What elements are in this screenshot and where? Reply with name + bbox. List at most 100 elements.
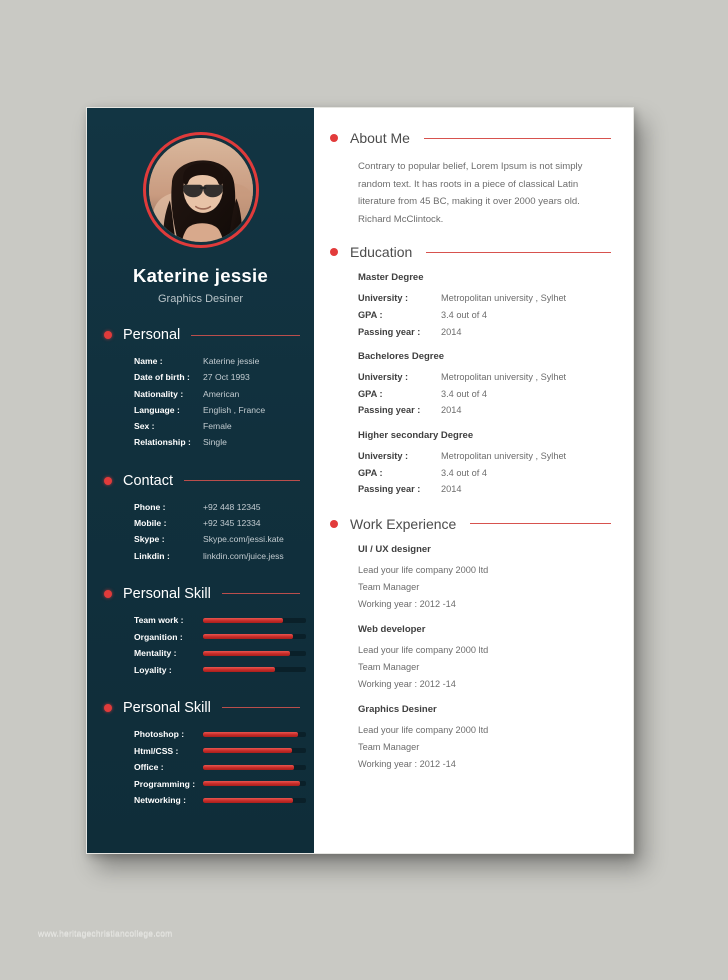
skill-label: Organition :: [134, 631, 183, 642]
section-title-personal: Personal: [123, 327, 181, 343]
education-degree: Bachelores Degree: [358, 351, 445, 363]
skill-label: Team work :: [134, 615, 184, 626]
work-entry: UI / UX designer Lead your life company 2…: [358, 544, 611, 613]
field-value: Single: [203, 437, 227, 448]
divider-line: [221, 593, 300, 595]
work-years: Working year : 2012 -14: [358, 678, 456, 689]
section-header-about: About Me: [330, 130, 611, 146]
education-row: GPA : 3.4 out of 4: [358, 386, 611, 403]
field-value: Metropolitan university , Sylhet: [441, 372, 567, 383]
avatar: [142, 132, 259, 248]
field-label: Date of birth :: [134, 372, 190, 383]
bullet-dot-icon: [104, 703, 112, 712]
work-job-title: Graphics Desiner: [358, 703, 437, 715]
field-label: University :: [358, 450, 409, 461]
skill-label: Html/CSS :: [134, 745, 179, 756]
skill-label: Networking :: [134, 795, 187, 806]
divider-line: [423, 137, 611, 139]
field-value: Female: [203, 421, 232, 432]
field-value: +92 448 12345: [203, 501, 261, 512]
field-value: 3.4 out of 4: [441, 388, 487, 399]
field-label: GPA :: [358, 467, 383, 478]
work-years: Working year : 2012 -14: [358, 598, 456, 609]
field-label: Passing year :: [358, 326, 421, 337]
skill-bar-list-primary: Team work : Organition : Mentality : Loyali…: [134, 612, 314, 678]
skill-bar-fill: [203, 748, 292, 754]
skill-bar-track: [203, 634, 306, 640]
personal-info-row: Language : English , France: [134, 402, 314, 418]
education-row: University : Metropolitan university , Sy…: [358, 369, 611, 386]
work-position: Team Manager: [358, 581, 420, 592]
personal-info-row: Sex : Female: [134, 418, 314, 434]
work-years: Working year : 2012 -14: [358, 758, 456, 769]
field-value: 27 Oct 1993: [203, 372, 250, 383]
education-list: Master Degree University : Metropolitan un…: [330, 272, 611, 497]
divider-line: [191, 334, 300, 336]
skill-row: Html/CSS :: [134, 742, 314, 759]
field-label: Language :: [134, 404, 180, 415]
field-value: 2014: [441, 405, 462, 416]
section-header-personal-skill-primary: Personal Skill: [104, 586, 314, 602]
contact-info-row: Mobile : +92 345 12334: [134, 515, 314, 531]
skill-row: Mentality :: [134, 645, 314, 662]
education-entry: Higher secondary Degree University : Metro…: [358, 430, 611, 498]
skill-bar-fill: [203, 667, 276, 673]
work-company: Lead your life company 2000 ltd: [358, 644, 489, 655]
bullet-dot-icon: [330, 248, 338, 257]
education-entry: Bachelores Degree University : Metropolita…: [358, 351, 611, 419]
skill-bar-fill: [203, 617, 284, 623]
skill-row: Programming :: [134, 775, 314, 792]
bullet-dot-icon: [330, 519, 338, 528]
field-value: linkdin.com/juice.jess: [203, 550, 284, 561]
field-label: Phone :: [134, 501, 166, 512]
field-label: Linkdin :: [134, 550, 170, 561]
field-value: American: [203, 388, 240, 399]
skill-bar-fill: [203, 731, 298, 737]
skill-bar-track: [203, 781, 306, 787]
bullet-dot-icon: [330, 134, 338, 142]
skill-bar-list-secondary: Photoshop : Html/CSS : Office : Programming…: [134, 726, 314, 809]
bullet-dot-icon: [104, 589, 112, 598]
field-value: +92 345 12334: [203, 518, 261, 529]
field-value: Metropolitan university , Sylhet: [441, 450, 567, 461]
bullet-dot-icon: [104, 476, 112, 485]
bullet-dot-icon: [104, 331, 112, 339]
section-header-personal: Personal: [104, 327, 314, 343]
field-value: Metropolitan university , Sylhet: [441, 293, 567, 304]
profile-role: Graphics Desiner: [158, 293, 243, 305]
work-entry: Web developer Lead your life company 2000…: [358, 624, 611, 693]
resume-sheet: Katerine jessie Graphics Desiner Persona…: [86, 107, 634, 854]
skill-bar-track: [203, 748, 306, 754]
personal-info-row: Nationality : American: [134, 386, 314, 402]
skill-row: Loyality :: [134, 661, 314, 678]
main-panel: About Me Contrary to popular belief, Lor…: [314, 108, 633, 853]
contact-info-list: Phone : +92 448 12345 Mobile : +92 345 1233…: [134, 499, 314, 564]
field-label: Passing year :: [358, 405, 421, 416]
personal-info-list: Name : Katerine jessie Date of birth : 27 O…: [134, 353, 314, 451]
field-label: GPA :: [358, 388, 383, 399]
contact-info-row: Linkdin : linkdin.com/juice.jess: [134, 548, 314, 564]
section-header-work: Work Experience: [330, 516, 611, 532]
skill-bar-track: [203, 667, 306, 673]
profile-photo: [148, 138, 253, 242]
skill-bar-fill: [203, 764, 294, 770]
skill-row: Office :: [134, 759, 314, 776]
skill-bar-track: [203, 764, 306, 770]
field-label: Sex :: [134, 421, 155, 432]
section-header-contact: Contact: [104, 473, 314, 489]
divider-line: [183, 480, 300, 482]
watermark: www.heritagechristiancollege.com: [38, 928, 173, 938]
education-row: University : Metropolitan university , Sy…: [358, 448, 611, 465]
field-label: GPA :: [358, 309, 383, 320]
skill-row: Networking :: [134, 792, 314, 809]
work-experience-list: UI / UX designer Lead your life company 2…: [330, 544, 611, 773]
contact-info-row: Skype : Skype.com/jessi.kate: [134, 531, 314, 547]
education-degree: Master Degree: [358, 272, 424, 284]
field-value: Katerine jessie: [203, 356, 260, 366]
field-value: 2014: [441, 326, 462, 337]
field-label: University :: [358, 293, 409, 304]
skill-label: Mentality :: [134, 648, 177, 659]
divider-line: [470, 523, 611, 525]
about-text: Contrary to popular belief, Lorem Ipsum …: [358, 161, 583, 225]
section-title-education: Education: [350, 244, 413, 261]
